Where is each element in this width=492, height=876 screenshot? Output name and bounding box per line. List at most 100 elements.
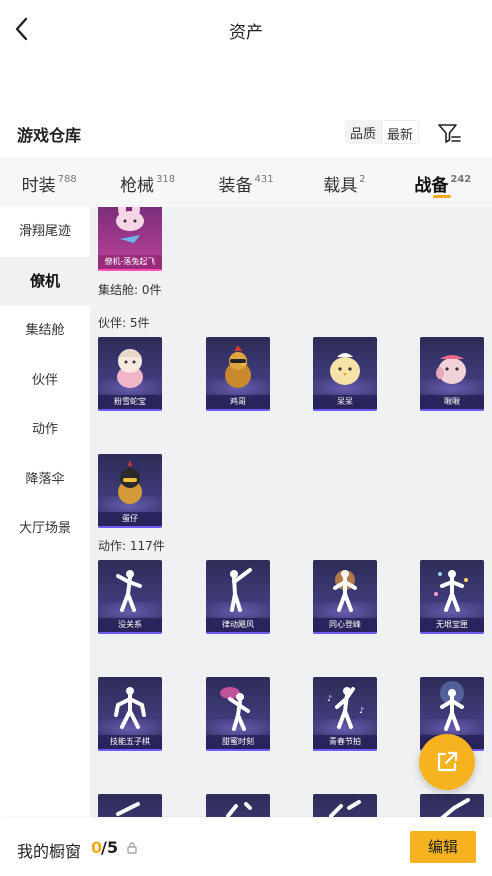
page-title: 资产	[229, 23, 263, 43]
tab-label: 时装	[21, 176, 56, 196]
snake-doll-icon	[117, 349, 143, 388]
item-card-emote[interactable]	[420, 794, 484, 817]
section-partner-label: 伙伴: 5件	[98, 316, 150, 330]
sort-quality[interactable]: 品质	[345, 120, 381, 144]
lock-icon	[127, 842, 137, 854]
egg-boy-icon	[118, 460, 142, 504]
tab-count: 788	[57, 174, 77, 186]
dancer-silhouette-icon	[440, 681, 464, 731]
rarity-bar	[98, 526, 162, 528]
tab-fashion[interactable]: 时装 788	[0, 157, 98, 207]
share-external-icon	[437, 751, 458, 772]
item-card-emote[interactable]	[98, 794, 162, 817]
item-name: 律动飓风	[206, 618, 270, 632]
showcase-count-separator: /	[101, 838, 107, 857]
showcase-label: 我的橱窗	[17, 842, 82, 861]
dancer-silhouette-icon	[114, 687, 146, 729]
item-name: 无垠宝匣	[420, 618, 484, 632]
item-card-emote[interactable]	[313, 794, 377, 817]
item-name: 僚机-落兔起飞	[98, 255, 162, 269]
dancer-silhouette-icon	[220, 687, 250, 731]
item-card-partner[interactable]: 粉雪蛇宝	[98, 337, 162, 411]
filter-button[interactable]	[436, 120, 462, 146]
item-name: 蛋仔	[98, 512, 162, 526]
sidebar-item-wingman[interactable]: 僚机	[0, 256, 90, 306]
section-emote-label: 动作: 117件	[98, 539, 165, 553]
rarity-bar	[420, 632, 484, 634]
item-name: 啾啾	[420, 395, 484, 409]
tab-battle-gear[interactable]: 战备 242	[394, 157, 492, 207]
item-card-wingman[interactable]: 僚机-落兔起飞	[98, 207, 162, 271]
tab-label: 战备	[414, 176, 449, 196]
chicken-icon	[225, 345, 251, 388]
rarity-bar	[313, 409, 377, 411]
item-name: 青春节拍	[313, 735, 377, 749]
item-card-emote[interactable]: 没关系	[98, 560, 162, 634]
rarity-bar	[98, 269, 162, 271]
item-card-partner[interactable]: 鸡哥	[206, 337, 270, 411]
item-card-emote[interactable]: 同心登峰	[313, 560, 377, 634]
item-card-partner[interactable]: 啾啾	[420, 337, 484, 411]
svg-text:♪: ♪	[359, 706, 364, 715]
dancer-silhouette-icon	[434, 570, 468, 612]
item-card-emote[interactable]: 无垠宝匣	[420, 560, 484, 634]
item-name: 呆呆	[313, 395, 377, 409]
rarity-bar	[206, 409, 270, 411]
dancer-silhouette-icon	[440, 798, 470, 817]
item-card-emote[interactable]: ♪ ♪ 青春节拍	[313, 677, 377, 751]
tab-equipment[interactable]: 装备 431	[197, 157, 295, 207]
rarity-bar	[420, 409, 484, 411]
showcase-bar: 我的橱窗 0 / 5 编辑	[0, 818, 492, 876]
sidebar-item-partner[interactable]: 伙伴	[0, 356, 90, 406]
tab-count: 2	[359, 174, 366, 186]
rarity-bar	[206, 749, 270, 751]
tab-label: 载具	[323, 176, 358, 196]
tab-label: 枪械	[120, 176, 155, 196]
sidebar-item-lobby-scene[interactable]: 大厅场景	[0, 504, 90, 554]
item-name: 同心登峰	[313, 618, 377, 632]
share-button[interactable]	[419, 734, 475, 790]
sidebar: 滑翔尾迹 僚机 集结舱 伙伴 动作 降落伞 大厅场景	[0, 207, 90, 817]
tab-label: 装备	[218, 176, 253, 196]
item-card-emote[interactable]: 律动飓风	[206, 560, 270, 634]
item-name: 粉雪蛇宝	[98, 395, 162, 409]
sort-latest[interactable]: 最新	[381, 120, 420, 144]
tab-count: 318	[156, 174, 176, 186]
sidebar-item-glide-trail[interactable]: 滑翔尾迹	[0, 207, 90, 257]
item-grid: 僚机-落兔起飞 集结舱: 0件 伙伴: 5件 粉雪蛇宝 鸡哥 呆呆 啾啾 蛋仔 …	[90, 207, 492, 817]
sidebar-item-parachute[interactable]: 降落伞	[0, 455, 90, 505]
item-card-emote[interactable]	[206, 794, 270, 817]
filter-icon	[438, 124, 461, 143]
item-name: 技能五子棋	[98, 735, 162, 749]
rarity-bar	[98, 749, 162, 751]
item-card-emote[interactable]: 甜蜜时刻	[206, 677, 270, 751]
dancer-silhouette-icon	[116, 802, 140, 816]
rabbit-wingman-icon	[116, 207, 144, 243]
rarity-bar	[313, 749, 377, 751]
item-card-partner[interactable]: 呆呆	[313, 337, 377, 411]
dancer-silhouette-icon	[333, 570, 357, 612]
tab-vehicles[interactable]: 载具 2	[295, 157, 393, 207]
edit-button[interactable]: 编辑	[410, 831, 476, 863]
dancer-silhouette-icon	[329, 800, 361, 817]
item-card-partner[interactable]: 蛋仔	[98, 454, 162, 528]
item-name: 甜蜜时刻	[206, 735, 270, 749]
top-bar: 资产	[0, 0, 492, 58]
category-tabs: 时装 788 枪械 318 装备 431 载具 2 战备 242	[0, 157, 492, 207]
dancer-silhouette-icon	[226, 802, 252, 817]
tab-count: 242	[450, 174, 472, 186]
rarity-bar	[313, 632, 377, 634]
svg-text:♪: ♪	[327, 694, 332, 703]
dancer-silhouette-icon	[230, 568, 252, 612]
tab-guns[interactable]: 枪械 318	[98, 157, 196, 207]
chick-icon	[330, 353, 360, 385]
active-tab-indicator	[432, 195, 451, 198]
item-card-emote[interactable]: 技能五子棋	[98, 677, 162, 751]
warehouse-title: 游戏仓库	[17, 126, 82, 145]
section-capsule-label: 集结舱: 0件	[98, 283, 162, 297]
sidebar-item-emote[interactable]: 动作	[0, 405, 90, 455]
screen: 资产 游戏仓库 品质 最新 时装 788 枪械 318 装备 431 载具 2 战备 24…	[0, 0, 492, 876]
sidebar-item-capsule[interactable]: 集结舱	[0, 306, 90, 356]
bird-icon	[436, 355, 466, 384]
sort-toggle: 品质 最新	[345, 120, 420, 144]
